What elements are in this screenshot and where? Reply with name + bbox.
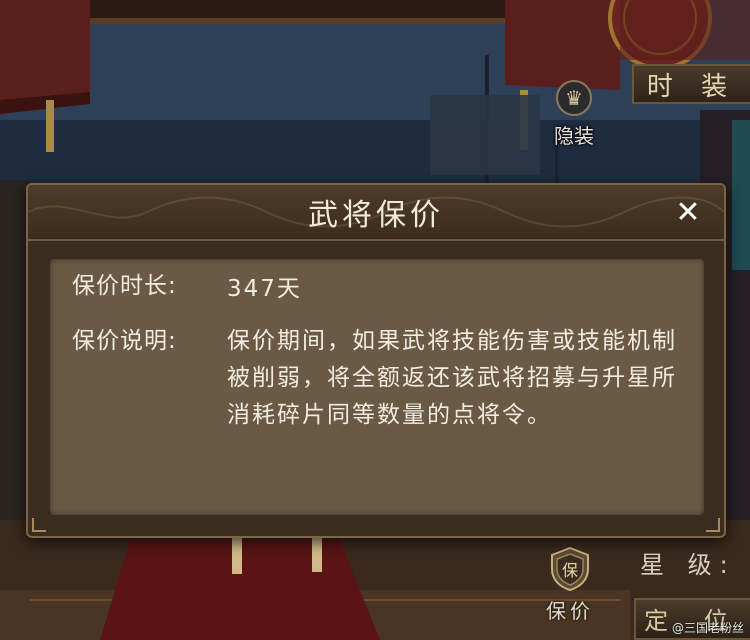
corner-ornament [706, 518, 720, 532]
dialog-body: 保价时长: 347天 保价说明: 保价期间，如果武将技能伤害或技能机制被削弱，将… [50, 259, 704, 515]
shield-icon: 保 [551, 546, 589, 592]
duration-row: 保价时长: 347天 [72, 271, 684, 308]
hide-outfit-button[interactable]: ♛ 隐装 [544, 80, 604, 150]
corner-ornament [32, 518, 46, 532]
dialog-header: 武将保价 ✕ [28, 185, 724, 241]
description-label: 保价说明: [72, 328, 177, 354]
hide-outfit-label: 隐装 [554, 124, 594, 148]
crown-icon: ♛ [556, 80, 592, 116]
costume-tab[interactable]: 时 装 [632, 64, 750, 104]
description-row: 保价说明: 保价期间，如果武将技能伤害或技能机制被削弱，将全额返还该武将招募与升… [72, 323, 684, 434]
price-protection-dialog: 武将保价 ✕ 保价时长: 347天 保价说明: 保价期间，如果武将技能伤害或技能… [26, 183, 726, 538]
description-text: 保价期间，如果武将技能伤害或技能机制被削弱，将全额返还该武将招募与升星所消耗碎片… [227, 328, 677, 428]
watermark: @三国老粉丝 [671, 621, 744, 635]
svg-text:保: 保 [562, 561, 578, 580]
price-protection-label: 保价 [546, 599, 594, 623]
star-level-label: 星 级: [640, 551, 736, 579]
dialog-title: 武将保价 [308, 198, 444, 233]
price-protection-button[interactable]: 保 保价 [536, 545, 604, 625]
close-icon[interactable]: ✕ [670, 195, 706, 231]
duration-label: 保价时长: [72, 273, 177, 299]
duration-value: 347天 [227, 276, 302, 302]
